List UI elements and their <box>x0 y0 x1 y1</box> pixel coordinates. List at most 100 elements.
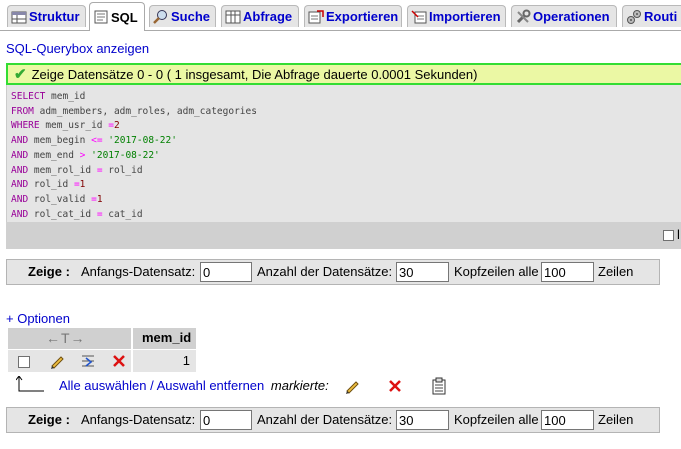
sql-token: rol_valid <box>28 193 92 205</box>
sql-token: rol_cat_id <box>28 208 97 220</box>
sql-line: AND rol_cat_id = cat_id <box>11 208 257 223</box>
record-count-label: Anzahl der Datensätze: <box>257 412 393 427</box>
start-record-input[interactable]: 0 <box>200 262 252 282</box>
sql-line: FROM adm_members, adm_roles, adm_categor… <box>11 105 257 120</box>
tab-bar: Struktur SQL Suche Abfrage Exportieren I… <box>0 0 681 31</box>
start-record-label: Anfangs-Datensatz: <box>81 412 196 427</box>
deselect-all-link[interactable]: Auswahl entfernen <box>157 378 265 393</box>
routines-icon <box>626 9 642 25</box>
sql-token: SELECT <box>11 91 46 102</box>
marked-label: markierte: <box>270 378 329 393</box>
tab-sql[interactable]: SQL <box>89 2 145 31</box>
sql-token: rol_id <box>102 164 143 176</box>
header-repeat-label: Kopfzeilen alle <box>454 412 539 427</box>
navigation-bar-top: Zeige : Anfangs-Datensatz: 0 Anzahl der … <box>6 259 660 285</box>
edit-pencil-icon[interactable] <box>49 353 65 372</box>
profiling-label: l <box>677 227 680 242</box>
tab-label: Importieren <box>429 9 501 24</box>
table-structure-icon <box>11 9 27 25</box>
tab-abfrage[interactable]: Abfrage <box>221 5 299 27</box>
header-repeat-input[interactable]: 100 <box>541 262 594 282</box>
sql-token: AND <box>11 135 29 147</box>
sql-line: WHERE mem_usr_id =2 <box>11 119 257 134</box>
tab-routinen[interactable]: Routi <box>622 5 681 27</box>
table-cell-mem-id: 1 <box>133 350 196 372</box>
navigation-bar-bottom: Zeige : Anfangs-Datensatz: 0 Anzahl der … <box>6 407 660 433</box>
record-count-input[interactable]: 30 <box>396 410 449 430</box>
rows-label: Zeilen <box>598 264 634 279</box>
sort-arrows-header: ←T→ <box>8 328 131 349</box>
show-label: Zeige : <box>28 264 70 279</box>
tab-label: SQL <box>111 9 138 25</box>
rows-label: Zeilen <box>598 412 634 427</box>
querybox-link[interactable]: SQL-Querybox anzeigen <box>6 41 149 56</box>
tab-label: Operationen <box>533 9 610 24</box>
sql-token: '2017-08-22' <box>108 135 177 147</box>
bulk-delete-icon[interactable] <box>387 378 403 397</box>
check-icon: ✔ <box>14 66 27 83</box>
sql-line: AND mem_end > '2017-08-22' <box>11 149 257 164</box>
delete-icon[interactable] <box>111 353 127 372</box>
start-record-label: Anfangs-Datensatz: <box>81 264 196 279</box>
header-repeat-label: Kopfzeilen alle <box>454 264 539 279</box>
sort-arrows-icon[interactable]: ←T→ <box>46 330 86 346</box>
sql-token: mem_id <box>45 91 86 102</box>
inline-edit-icon[interactable] <box>80 353 96 372</box>
options-link[interactable]: + Optionen <box>6 311 70 326</box>
tab-label: Struktur <box>29 9 80 24</box>
tab-label: Abfrage <box>243 9 293 24</box>
tab-struktur[interactable]: Struktur <box>7 5 86 27</box>
sql-token: AND <box>11 164 29 176</box>
operations-icon <box>515 9 531 25</box>
sql-token: mem_usr_id <box>39 120 109 132</box>
tab-operationen[interactable]: Operationen <box>511 5 617 27</box>
sql-line: AND rol_valid =1 <box>11 193 257 208</box>
start-record-input[interactable]: 0 <box>200 410 252 430</box>
sql-line: SELECT mem_id <box>11 90 257 105</box>
import-icon <box>411 9 427 25</box>
sql-token: AND <box>11 179 29 191</box>
tab-label: Routi <box>644 9 678 24</box>
bulk-edit-pencil-icon[interactable] <box>344 378 360 397</box>
header-repeat-input[interactable]: 100 <box>541 410 594 430</box>
sql-line: AND mem_rol_id = rol_id <box>11 164 257 179</box>
sql-token: rol_id <box>28 179 74 191</box>
record-count-input[interactable]: 30 <box>396 262 449 282</box>
record-count-label: Anzahl der Datensätze: <box>257 264 393 279</box>
sql-token: mem_rol_id <box>28 164 97 176</box>
bulk-export-icon[interactable] <box>431 377 447 398</box>
success-message-text: Zeige Datensätze 0 - 0 ( 1 insgesamt, Di… <box>31 66 478 82</box>
export-icon <box>308 9 324 25</box>
arrow-corner-icon <box>15 375 46 397</box>
sql-icon <box>93 9 109 25</box>
sql-token: '2017-08-22' <box>91 149 160 161</box>
tab-importieren[interactable]: Importieren <box>407 5 506 27</box>
tab-exportieren[interactable]: Exportieren <box>304 5 402 27</box>
bulk-separator: / <box>146 378 157 393</box>
sql-token: mem_begin <box>28 135 92 147</box>
tab-label: Exportieren <box>326 9 399 24</box>
sql-token: AND <box>11 208 29 220</box>
sql-token: 1 <box>96 193 103 205</box>
sql-token: AND <box>11 149 29 161</box>
column-header-mem-id[interactable]: mem_id <box>133 328 196 349</box>
sql-token: mem_end <box>28 149 80 161</box>
column-header-label: mem_id <box>142 330 192 345</box>
sql-token: FROM <box>11 105 34 117</box>
success-message: ✔ Zeige Datensätze 0 - 0 ( 1 insgesamt, … <box>6 63 681 85</box>
sql-query-footer: l <box>6 222 681 249</box>
profiling-checkbox[interactable] <box>663 230 674 241</box>
table-row <box>8 350 131 372</box>
row-select-checkbox[interactable] <box>18 356 30 368</box>
sql-line: AND rol_id =1 <box>11 178 257 193</box>
bulk-actions: Alle auswählen / Auswahl entfernen marki… <box>59 378 329 393</box>
select-all-link[interactable]: Alle auswählen <box>59 378 146 393</box>
tab-suche[interactable]: Suche <box>149 5 216 27</box>
sql-query-text: SELECT mem_id FROM adm_members, adm_roles… <box>11 90 257 222</box>
cell-value: 1 <box>182 353 190 368</box>
sql-token: cat_id <box>102 208 143 220</box>
sql-token: adm_members, adm_roles, adm_categories <box>33 105 257 117</box>
sql-token: 2 <box>113 120 120 132</box>
sql-token: 1 <box>79 179 86 191</box>
show-label: Zeige : <box>28 412 70 427</box>
